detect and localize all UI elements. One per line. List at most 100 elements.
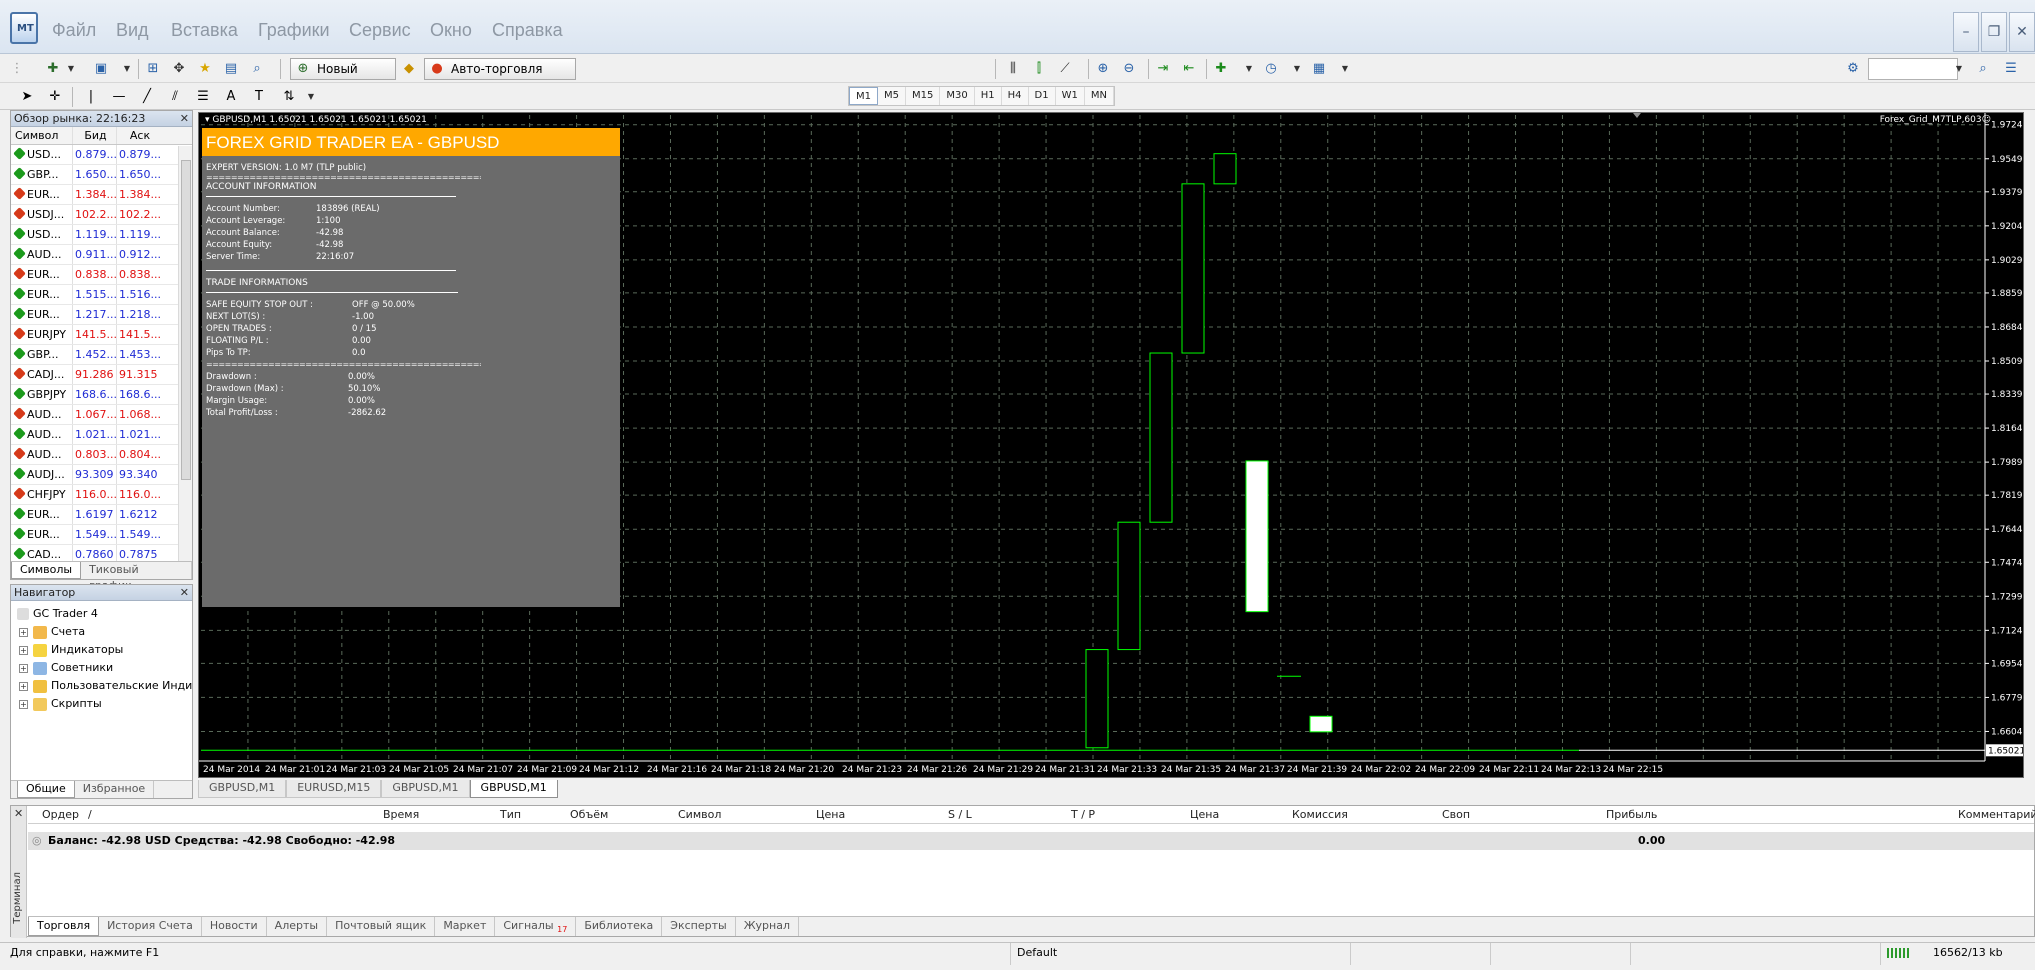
column-time[interactable]: Время: [383, 808, 419, 821]
market-watch-row[interactable]: USDJ... 102.2... 102.2...: [11, 205, 192, 225]
market-watch-row[interactable]: USD... 1.119... 1.119...: [11, 225, 192, 245]
tab-alerts[interactable]: Алерты: [267, 917, 328, 936]
market-watch-row[interactable]: AUDJ... 93.309 93.340: [11, 465, 192, 485]
tab-common[interactable]: Общие: [17, 781, 75, 798]
line-chart-icon[interactable]: ⟋: [1056, 60, 1074, 78]
market-watch-row[interactable]: CHFJPY 116.0... 116.0...: [11, 485, 192, 505]
column-comment[interactable]: Комментарий: [1958, 808, 2035, 821]
trendline-icon[interactable]: ╱: [138, 88, 156, 106]
terminal-icon[interactable]: ▤: [222, 60, 240, 78]
tab-signals[interactable]: Сигналы 17: [495, 917, 577, 936]
channel-icon[interactable]: ⫽: [166, 88, 184, 106]
text-label-icon[interactable]: T: [250, 88, 268, 106]
candlestick-chart-icon[interactable]: ⫿: [1030, 60, 1048, 78]
market-watch-row[interactable]: EUR... 0.838... 0.838...: [11, 265, 192, 285]
market-watch-row[interactable]: AUD... 0.911... 0.912...: [11, 245, 192, 265]
tab-account-history[interactable]: История Счета: [99, 917, 202, 936]
tab-journal[interactable]: Журнал: [736, 917, 799, 936]
menu-tools[interactable]: Сервис: [349, 20, 411, 41]
timeframe-h1[interactable]: H1: [975, 87, 1002, 105]
navigator-icon[interactable]: ★: [196, 60, 214, 78]
tab-trade[interactable]: Торговля: [28, 917, 100, 936]
market-watch-row[interactable]: EUR... 1.549... 1.549...: [11, 525, 192, 545]
timeframe-w1[interactable]: W1: [1056, 87, 1085, 105]
tab-symbols[interactable]: Символы: [11, 562, 82, 579]
column-price[interactable]: Цена: [816, 808, 845, 821]
dropdown-arrow-icon[interactable]: ▼: [1240, 60, 1258, 78]
column-order[interactable]: Ордер: [42, 808, 79, 821]
menu-charts[interactable]: Графики: [258, 20, 330, 41]
chart-tab[interactable]: GBPUSD,M1: [381, 780, 470, 798]
column-swap[interactable]: Своп: [1442, 808, 1470, 821]
search-input[interactable]: [1868, 58, 1958, 80]
crosshair-icon[interactable]: ✛: [46, 88, 64, 106]
market-watch-row[interactable]: CADJ... 91.286 91.315: [11, 365, 192, 385]
zoom-in-icon[interactable]: ⊕: [1094, 60, 1112, 78]
column-tp[interactable]: T / P: [1071, 808, 1095, 821]
expand-icon[interactable]: +: [19, 627, 28, 637]
column-type[interactable]: Тип: [500, 808, 521, 821]
fibonacci-icon[interactable]: ☰: [194, 88, 212, 106]
new-order-button[interactable]: ⊕ Новый Ордер: [290, 58, 396, 96]
market-watch-row[interactable]: GBPJPY 168.6... 168.6...: [11, 385, 192, 405]
navigator-item-accounts[interactable]: + Счета: [19, 625, 85, 639]
dropdown-arrow-icon[interactable]: ▼: [1288, 60, 1306, 78]
indicators-icon[interactable]: ✚: [1212, 60, 1230, 78]
chart-window[interactable]: 1.97240 1.95490 1.93790 1.92040 1.90290 1.885…: [198, 112, 2024, 778]
navigator-item-custom-indicators[interactable]: + Пользовательские Инди: [19, 679, 192, 693]
menu-help[interactable]: Справка: [492, 20, 563, 41]
timeframe-d1[interactable]: D1: [1029, 87, 1056, 105]
market-watch-row[interactable]: AUD... 1.021... 1.021...: [11, 425, 192, 445]
column-bid[interactable]: Бид: [73, 127, 117, 144]
column-profit[interactable]: Прибыль: [1606, 808, 1657, 821]
market-watch-row[interactable]: AUD... 0.803... 0.804...: [11, 445, 192, 465]
timeframe-m1[interactable]: M1: [849, 87, 878, 105]
column-volume[interactable]: Объём: [570, 808, 608, 821]
column-price-current[interactable]: Цена: [1190, 808, 1219, 821]
metaeditor-icon[interactable]: ◆: [400, 60, 418, 78]
community-icon[interactable]: ☰: [2002, 60, 2020, 78]
navigator-root[interactable]: GC Trader 4: [17, 607, 98, 620]
expand-icon[interactable]: +: [19, 699, 28, 709]
market-watch-icon[interactable]: ⊞: [144, 60, 162, 78]
market-watch-row[interactable]: EUR... 1.217... 1.218...: [11, 305, 192, 325]
menu-view[interactable]: Вид: [116, 20, 149, 41]
timeframe-h4[interactable]: H4: [1002, 87, 1029, 105]
chart-tab[interactable]: EURUSD,M15: [286, 780, 382, 798]
market-watch-row[interactable]: EUR... 1.6197 1.6212: [11, 505, 192, 525]
dropdown-arrow-icon[interactable]: ▼: [62, 60, 80, 78]
timeframe-m30[interactable]: M30: [940, 87, 975, 105]
menu-window[interactable]: Окно: [430, 20, 472, 41]
dropdown-arrow-icon[interactable]: ▼: [302, 88, 320, 106]
market-watch-row[interactable]: EURJPY 141.5... 141.5...: [11, 325, 192, 345]
close-icon[interactable]: ✕: [180, 585, 189, 601]
column-sl[interactable]: S / L: [948, 808, 972, 821]
tab-library[interactable]: Библиотека: [576, 917, 663, 936]
chart-tab-active[interactable]: GBPUSD,M1: [469, 780, 558, 798]
market-watch-scrollbar[interactable]: [178, 146, 192, 566]
market-watch-row[interactable]: USD... 0.879... 0.879...: [11, 145, 192, 165]
chart-shift-icon[interactable]: ⇤: [1180, 60, 1198, 78]
tab-news[interactable]: Новости: [202, 917, 267, 936]
balance-row[interactable]: ◎ Баланс: -42.98 USD Средства: -42.98 Св…: [28, 832, 2034, 850]
column-ask[interactable]: Аск: [117, 127, 161, 144]
tab-mailbox[interactable]: Почтовый ящик: [327, 917, 436, 936]
timeframe-m5[interactable]: M5: [878, 87, 906, 105]
column-commission[interactable]: Комиссия: [1292, 808, 1348, 821]
tab-tick-chart[interactable]: Тиковый график: [81, 562, 192, 592]
dropdown-arrow-icon[interactable]: ▼: [1950, 60, 1968, 78]
market-watch-row[interactable]: EUR... 1.515... 1.516...: [11, 285, 192, 305]
text-icon[interactable]: A: [222, 88, 240, 106]
market-watch-row[interactable]: GBP... 1.650... 1.650...: [11, 165, 192, 185]
timeframe-m15[interactable]: M15: [906, 87, 941, 105]
horizontal-line-icon[interactable]: —: [110, 88, 128, 106]
new-chart-icon[interactable]: ✚: [44, 60, 62, 78]
cursor-icon[interactable]: ➤: [18, 88, 36, 106]
expand-icon[interactable]: +: [19, 645, 28, 655]
auto-scroll-icon[interactable]: ⇥: [1154, 60, 1172, 78]
zoom-out-icon[interactable]: ⊖: [1120, 60, 1138, 78]
arrows-icon[interactable]: ⇅: [280, 88, 298, 106]
vertical-line-icon[interactable]: |: [82, 88, 100, 106]
search-icon[interactable]: ⌕: [1974, 60, 1992, 78]
close-icon[interactable]: ✕: [180, 111, 189, 127]
